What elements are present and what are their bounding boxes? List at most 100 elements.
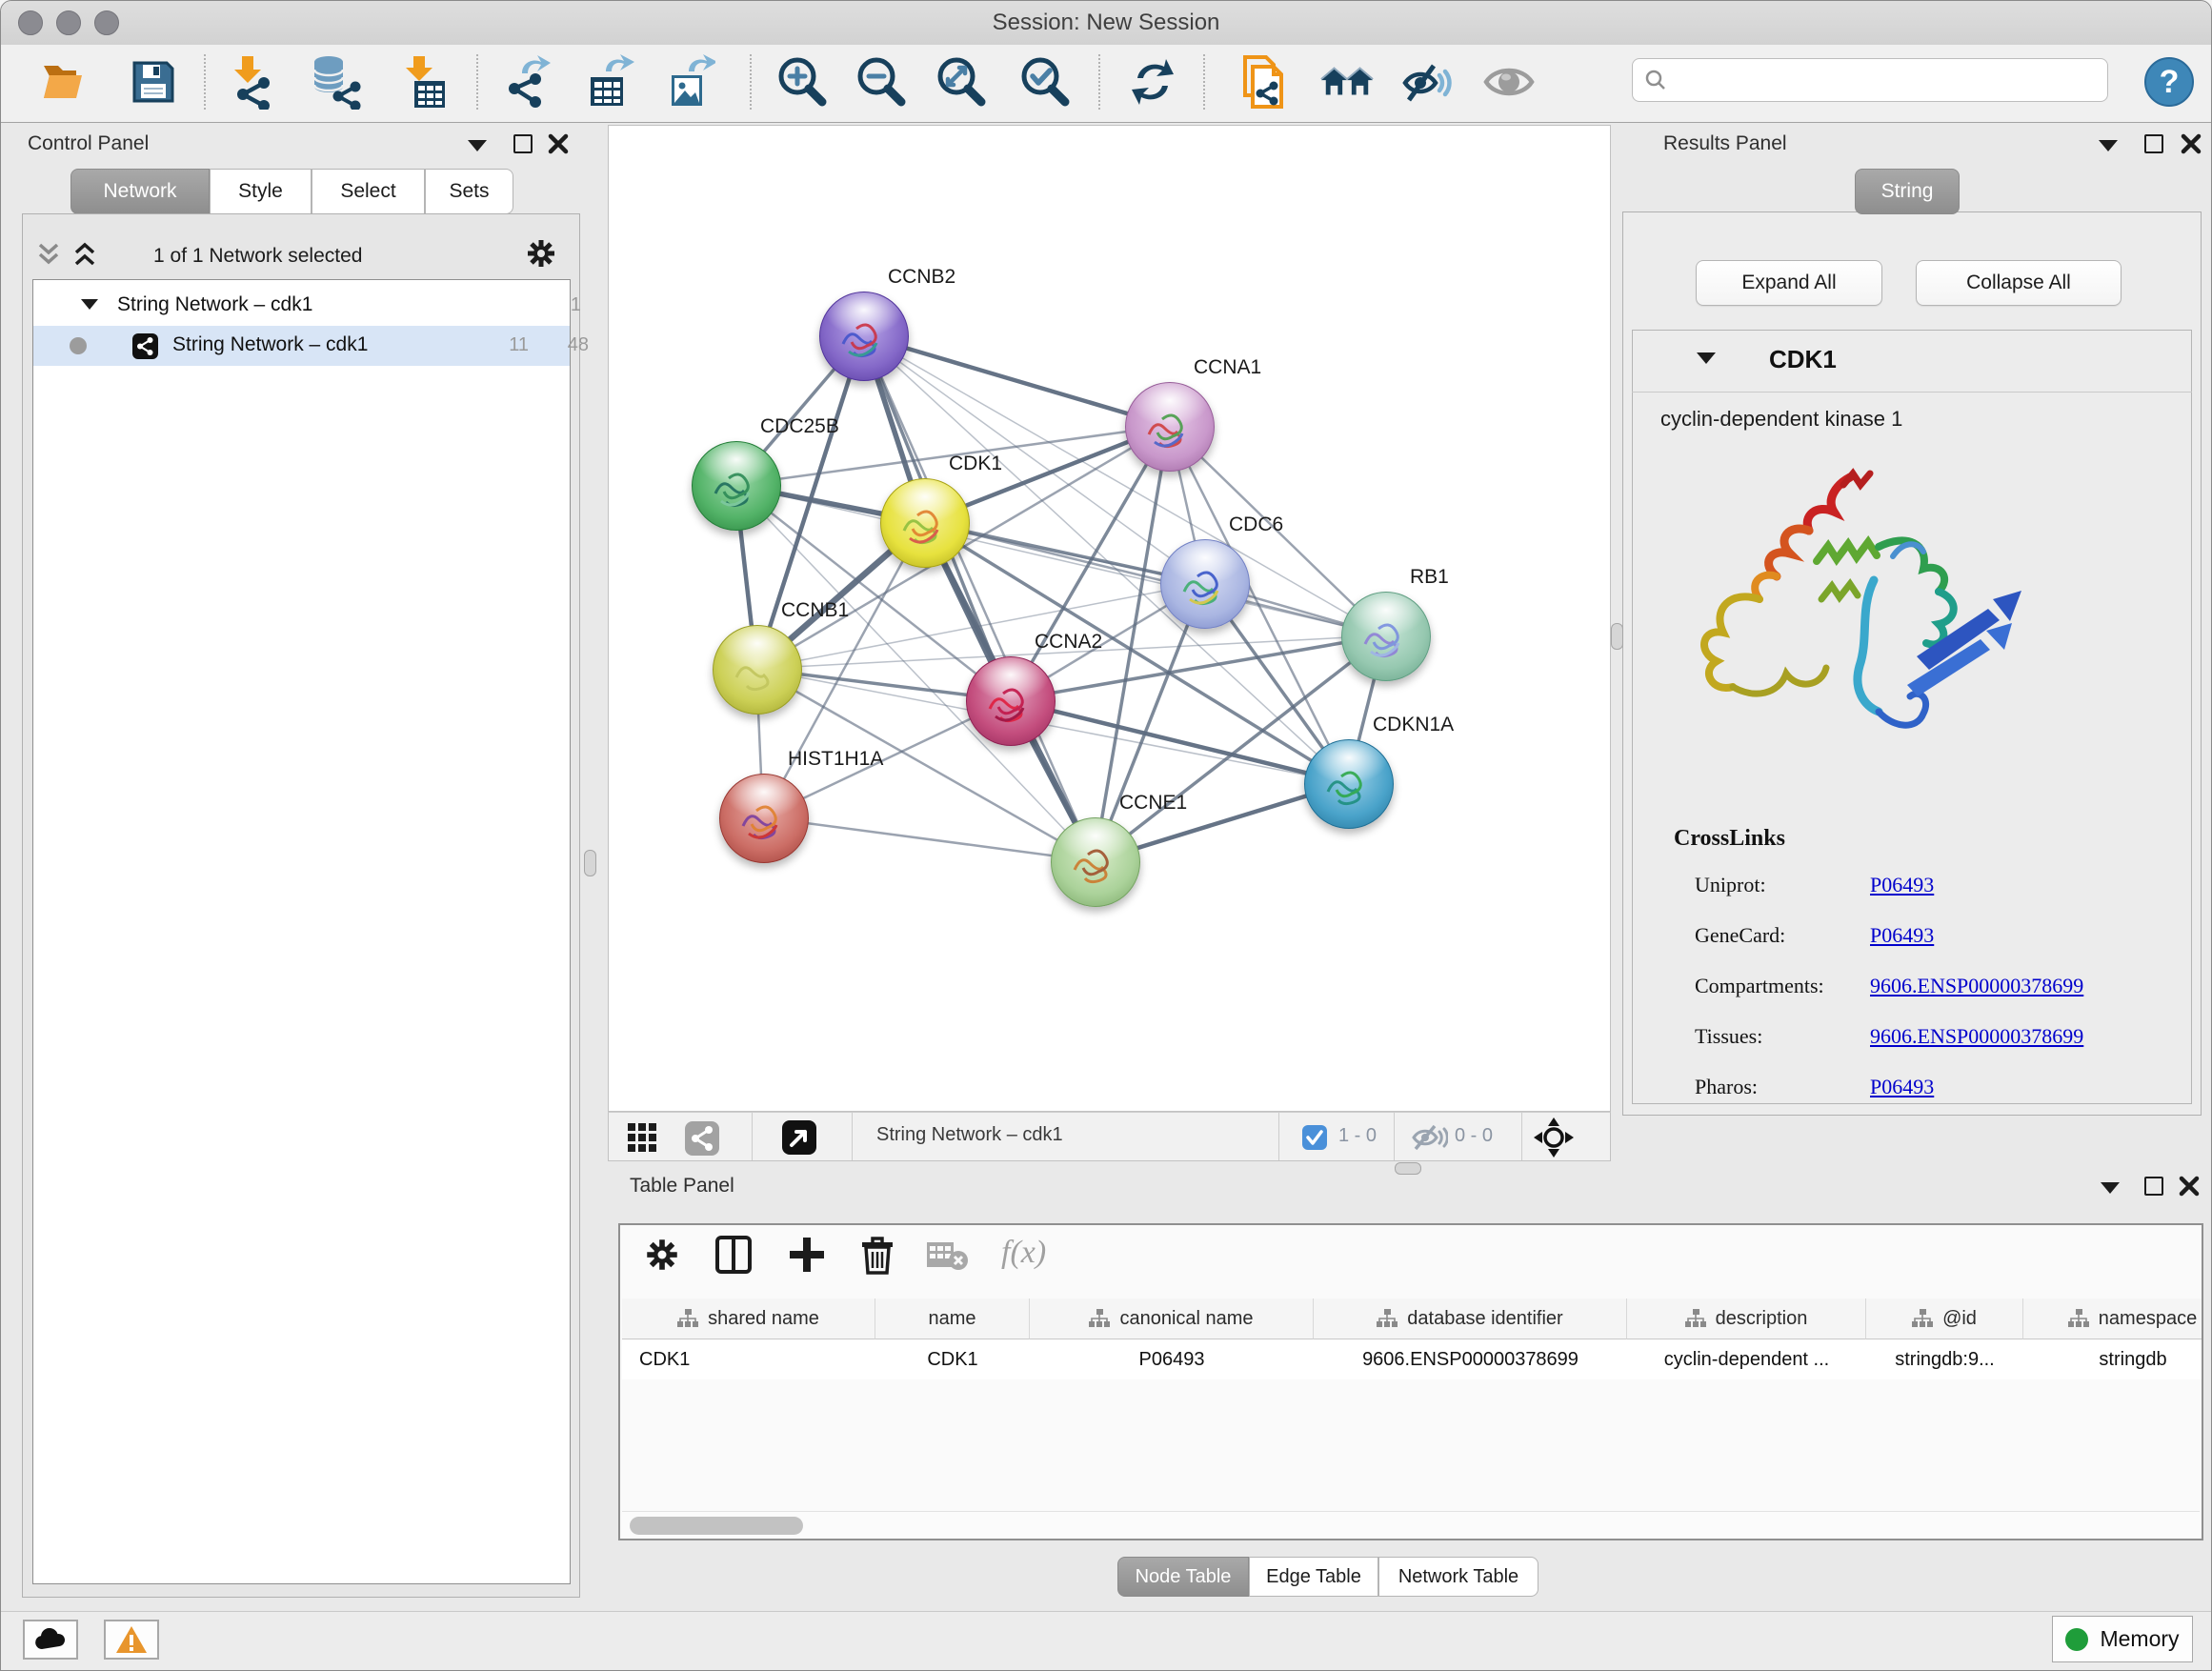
- left-splitter-handle[interactable]: [584, 850, 596, 876]
- protein-section-header[interactable]: CDK1: [1632, 330, 2192, 393]
- add-column-icon[interactable]: [788, 1236, 826, 1274]
- zoom-fit-icon[interactable]: [933, 50, 988, 113]
- birds-eye-navigator-icon[interactable]: [1534, 1117, 1574, 1158]
- control-tab-sets[interactable]: Sets: [425, 169, 513, 214]
- import-network-database-icon[interactable]: [307, 50, 362, 113]
- edge-CDC25B-CDC6[interactable]: [735, 485, 1204, 583]
- network-collection-row[interactable]: String Network – cdk1 1: [33, 286, 570, 326]
- column-header-namespace[interactable]: namespace: [2023, 1299, 2203, 1339]
- node-CDC6[interactable]: [1160, 539, 1250, 629]
- results-panel-menu-icon[interactable]: [2099, 140, 2118, 151]
- results-tab-string[interactable]: String: [1855, 169, 1960, 214]
- zoom-out-icon[interactable]: [853, 50, 908, 113]
- table-tab-network-table[interactable]: Network Table: [1378, 1557, 1538, 1597]
- grid-view-icon[interactable]: [628, 1123, 658, 1154]
- control-tab-select[interactable]: Select: [312, 169, 425, 214]
- edge-CCNB2-CCNA1[interactable]: [863, 335, 1169, 426]
- table-tab-edge-table[interactable]: Edge Table: [1249, 1557, 1378, 1597]
- export-image-icon[interactable]: [662, 50, 717, 113]
- node-RB1[interactable]: [1341, 592, 1431, 681]
- zoom-in-icon[interactable]: [774, 50, 829, 113]
- table-cell[interactable]: stringdb: [2023, 1339, 2203, 1379]
- table-cell[interactable]: CDK1: [622, 1339, 875, 1379]
- search-field[interactable]: [1632, 58, 2108, 102]
- column-header-canonical-name[interactable]: canonical name: [1030, 1299, 1314, 1339]
- apply-layout-icon[interactable]: [1125, 50, 1180, 113]
- selected-checkbox-icon[interactable]: [1302, 1125, 1327, 1150]
- horizontal-splitter-handle[interactable]: [1395, 1162, 1421, 1175]
- column-header-@id[interactable]: @id: [1866, 1299, 2023, 1339]
- expand-all-chevrons-icon[interactable]: [71, 241, 98, 268]
- import-table-file-icon[interactable]: [397, 50, 452, 113]
- collapse-all-chevrons-icon[interactable]: [35, 241, 62, 268]
- table-cell[interactable]: stringdb:9...: [1866, 1339, 2023, 1379]
- cloud-button[interactable]: [23, 1620, 78, 1660]
- open-session-icon[interactable]: [37, 50, 92, 113]
- column-header-shared-name[interactable]: shared name: [622, 1299, 875, 1339]
- table-cell[interactable]: 9606.ENSP00000378699: [1314, 1339, 1627, 1379]
- open-in-window-icon[interactable]: [782, 1120, 816, 1155]
- network-canvas[interactable]: CCNB2CCNA1CDC25BCDK1CDC6RB1CCNB1CCNA2CDK…: [608, 125, 1611, 1112]
- table-hscrollbar[interactable]: [622, 1511, 2200, 1540]
- delete-column-trash-icon[interactable]: [860, 1235, 895, 1275]
- zoom-selected-icon[interactable]: [1016, 50, 1072, 113]
- hscrollbar-thumb[interactable]: [630, 1517, 803, 1535]
- results-panel-close-icon[interactable]: [2181, 133, 2202, 154]
- table-panel-float-icon[interactable]: [2144, 1177, 2163, 1196]
- section-collapse-icon[interactable]: [1697, 352, 1716, 364]
- edge-CDC6-CCNB1[interactable]: [756, 583, 1204, 669]
- network-row-selected[interactable]: String Network – cdk1 11 48: [33, 326, 570, 366]
- export-network-icon[interactable]: [499, 50, 554, 113]
- node-CCNE1[interactable]: [1051, 817, 1140, 907]
- node-CDKN1A[interactable]: [1304, 739, 1394, 829]
- houses-icon[interactable]: [1319, 50, 1375, 113]
- table-cell[interactable]: CDK1: [875, 1339, 1030, 1379]
- table-panel-close-icon[interactable]: [2179, 1176, 2200, 1197]
- import-network-file-icon[interactable]: [224, 50, 279, 113]
- crosslink-link[interactable]: 9606.ENSP00000378699: [1870, 974, 2083, 998]
- collection-expander-icon[interactable]: [81, 299, 98, 310]
- crosslink-link[interactable]: P06493: [1870, 923, 1934, 948]
- hidden-eye-icon[interactable]: [1412, 1123, 1448, 1152]
- node-CCNB1[interactable]: [713, 625, 802, 715]
- expand-all-button[interactable]: Expand All: [1696, 260, 1882, 306]
- eye-icon[interactable]: [1481, 50, 1537, 113]
- column-header-description[interactable]: description: [1627, 1299, 1866, 1339]
- right-splitter-handle[interactable]: [1611, 623, 1623, 650]
- results-panel-float-icon[interactable]: [2144, 134, 2163, 153]
- save-session-icon[interactable]: [126, 50, 181, 113]
- table-tab-node-table[interactable]: Node Table: [1117, 1557, 1249, 1597]
- control-panel-float-icon[interactable]: [513, 134, 533, 153]
- export-table-icon[interactable]: [581, 50, 636, 113]
- control-panel-menu-icon[interactable]: [468, 140, 487, 151]
- table-cell[interactable]: cyclin-dependent ...: [1627, 1339, 1866, 1379]
- table-panel-menu-icon[interactable]: [2101, 1182, 2120, 1194]
- node-CCNA2[interactable]: [966, 656, 1056, 746]
- share-network-icon[interactable]: [685, 1121, 719, 1156]
- crosslink-link[interactable]: P06493: [1870, 1075, 1934, 1099]
- control-panel-close-icon[interactable]: [548, 133, 569, 154]
- search-input[interactable]: [1667, 69, 2081, 92]
- warnings-button[interactable]: [104, 1620, 159, 1660]
- control-tab-style[interactable]: Style: [210, 169, 312, 214]
- collapse-all-button[interactable]: Collapse All: [1916, 260, 2122, 306]
- crosslink-link[interactable]: P06493: [1870, 873, 1934, 897]
- help-icon[interactable]: ?: [2142, 50, 2197, 113]
- delete-table-icon[interactable]: [927, 1242, 969, 1271]
- show-columns-icon[interactable]: [715, 1236, 752, 1274]
- crosslink-link[interactable]: 9606.ENSP00000378699: [1870, 1024, 2083, 1049]
- column-header-database-identifier[interactable]: database identifier: [1314, 1299, 1627, 1339]
- function-builder-icon[interactable]: f(x): [1001, 1235, 1046, 1271]
- table-settings-gear-icon[interactable]: [645, 1238, 679, 1272]
- node-CDC25B[interactable]: [692, 441, 781, 531]
- node-CDK1[interactable]: [880, 478, 970, 568]
- edge-CCNB2-CCNE1[interactable]: [863, 335, 1095, 861]
- memory-button[interactable]: Memory: [2052, 1616, 2193, 1662]
- column-header-name[interactable]: name: [875, 1299, 1030, 1339]
- node-HIST1H1A[interactable]: [719, 774, 809, 863]
- node-CCNB2[interactable]: [819, 292, 909, 381]
- table-cell[interactable]: P06493: [1030, 1339, 1314, 1379]
- node-CCNA1[interactable]: [1125, 382, 1215, 472]
- hide-graphics-details-icon[interactable]: [1400, 50, 1456, 113]
- network-from-document-icon[interactable]: [1237, 50, 1293, 113]
